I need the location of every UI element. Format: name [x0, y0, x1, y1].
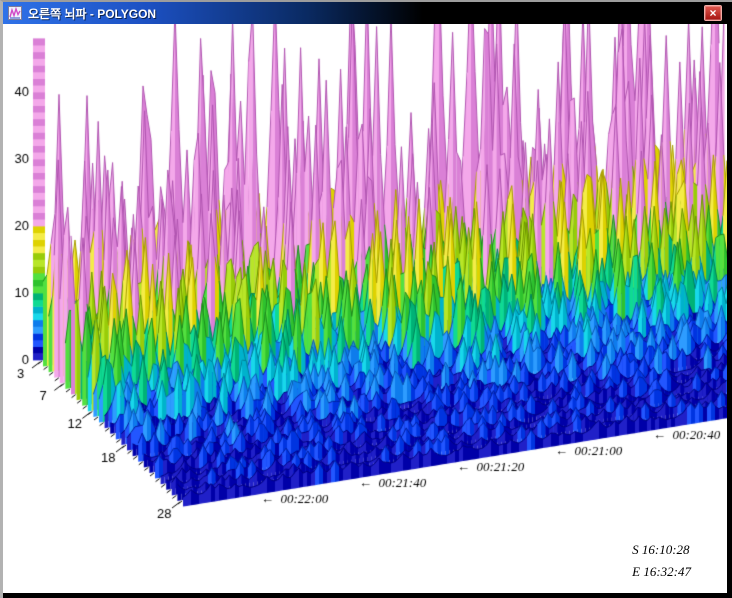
- spectrogram-canvas: [3, 24, 727, 593]
- client-area: S 16:10:28 E 16:32:47: [3, 24, 727, 593]
- app-icon[interactable]: [8, 6, 22, 20]
- close-icon: ×: [709, 6, 716, 20]
- session-end-label: E 16:32:47: [632, 561, 691, 583]
- app-window: 오른쪽 뇌파 - POLYGON × S 16:10:28 E 16:32:47: [0, 0, 732, 598]
- session-labels: S 16:10:28 E 16:32:47: [632, 539, 691, 583]
- close-button[interactable]: ×: [704, 5, 722, 21]
- session-start-label: S 16:10:28: [632, 539, 691, 561]
- window-title: 오른쪽 뇌파 - POLYGON: [28, 5, 156, 22]
- titlebar[interactable]: 오른쪽 뇌파 - POLYGON ×: [3, 2, 727, 24]
- screen: 오른쪽 뇌파 - POLYGON × S 16:10:28 E 16:32:47: [0, 0, 732, 598]
